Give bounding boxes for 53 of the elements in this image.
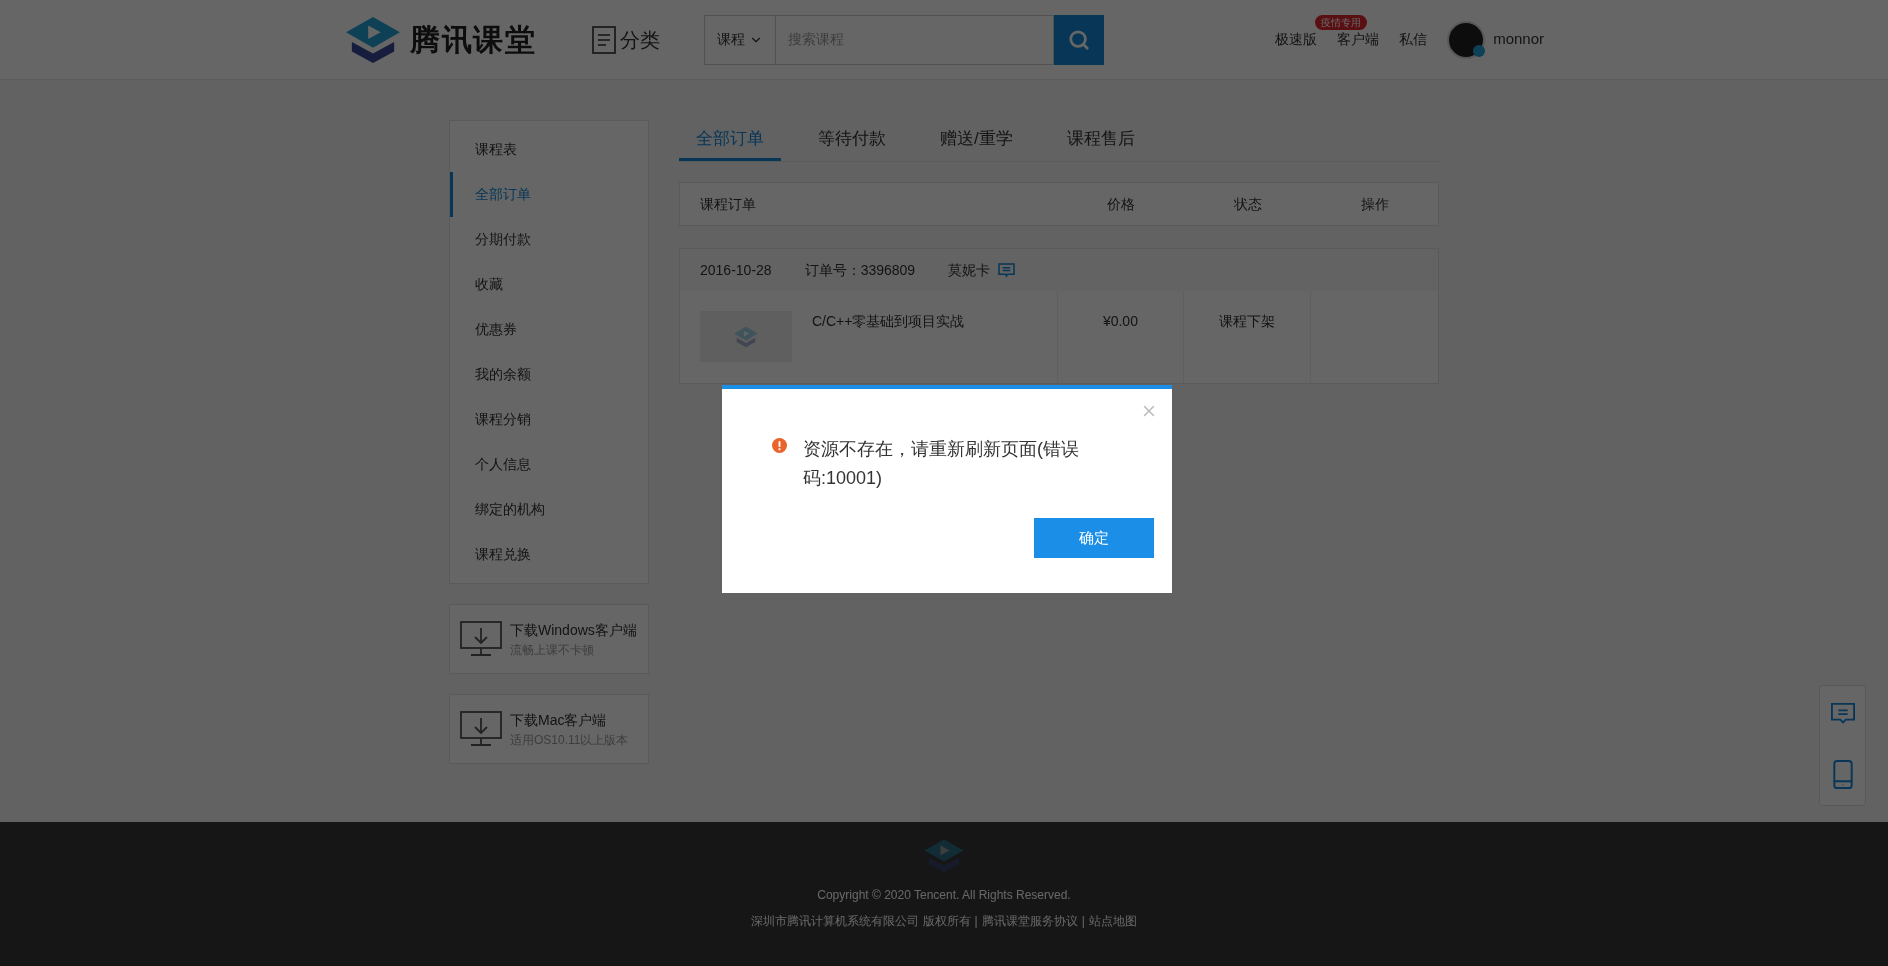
search-scope-dropdown[interactable]: 课程: [705, 15, 776, 64]
search-icon: [1068, 28, 1090, 51]
order-tab[interactable]: 赠送/重学: [923, 119, 1030, 161]
promo-badge: 疫情专用: [1315, 15, 1368, 30]
order-tab[interactable]: 全部订单: [679, 119, 781, 161]
course-title[interactable]: C/C++零基础到项目实战: [812, 311, 965, 383]
sidebar-item[interactable]: 我的余额: [450, 352, 648, 397]
error-icon: [772, 438, 787, 453]
download-monitor-icon: [460, 621, 502, 657]
sidebar-item[interactable]: 全部订单: [450, 172, 648, 217]
sidebar-item[interactable]: 课程兑换: [450, 532, 648, 577]
separator-text: |: [974, 913, 978, 930]
header-link[interactable]: 客户端: [1337, 31, 1380, 47]
confirm-button[interactable]: 确定: [1034, 518, 1154, 558]
seller-name[interactable]: 莫妮卡: [948, 259, 991, 281]
footer-link[interactable]: 站点地图: [1088, 912, 1137, 930]
username[interactable]: monnor: [1493, 28, 1544, 51]
sidebar-item[interactable]: 个人信息: [450, 442, 648, 487]
header-link[interactable]: 极速版: [1275, 31, 1318, 47]
logo-icon: [344, 14, 402, 65]
separator-text: |: [1081, 913, 1085, 930]
list-icon: [592, 25, 616, 54]
column-header: 操作: [1359, 194, 1390, 214]
error-message: 资源不存在，请重新刷新页面(错误码:10001): [803, 438, 1080, 490]
logo-text[interactable]: 腾讯课堂: [410, 17, 536, 62]
avatar[interactable]: [1447, 20, 1486, 59]
order-status: 课程下架: [1184, 291, 1312, 383]
download-title: 下载Windows客户端: [510, 620, 637, 640]
company-text: 深圳市腾讯计算机系统有限公司 版权所有: [751, 913, 971, 930]
download-title: 下载Mac客户端: [510, 710, 608, 730]
copyright-text: Copyright © 2020 Tencent. All Rights Reserved.: [817, 887, 1071, 904]
sidebar-item[interactable]: 优惠券: [450, 307, 648, 352]
order-date: 2016-10-28: [700, 260, 772, 280]
category-link[interactable]: 分类: [620, 24, 660, 55]
sidebar-item[interactable]: 分期付款: [450, 217, 648, 262]
order-tab[interactable]: 课程售后: [1049, 119, 1152, 161]
order-number: 订单号：3396809: [804, 260, 916, 280]
column-header: 状态: [1232, 194, 1263, 214]
column-header: 价格: [1105, 194, 1136, 214]
header-link[interactable]: 私信: [1399, 31, 1428, 47]
chat-icon[interactable]: [998, 262, 1016, 278]
order-price: ¥0.00: [1057, 291, 1185, 383]
sidebar-item[interactable]: 课程分销: [450, 397, 648, 442]
course-thumbnail[interactable]: [700, 311, 792, 362]
sidebar-item[interactable]: 收藏: [450, 262, 648, 307]
download-monitor-icon: [460, 711, 502, 747]
search-button[interactable]: [1054, 14, 1104, 65]
column-header: 课程订单: [699, 194, 757, 214]
footer-link[interactable]: 腾讯课堂服务协议: [981, 912, 1078, 930]
mobile-phone-icon[interactable]: [1832, 759, 1853, 789]
sidebar-item[interactable]: 绑定的机构: [450, 487, 648, 532]
sidebar-item[interactable]: 课程表: [450, 127, 648, 172]
order-tab[interactable]: 等待付款: [801, 119, 903, 161]
